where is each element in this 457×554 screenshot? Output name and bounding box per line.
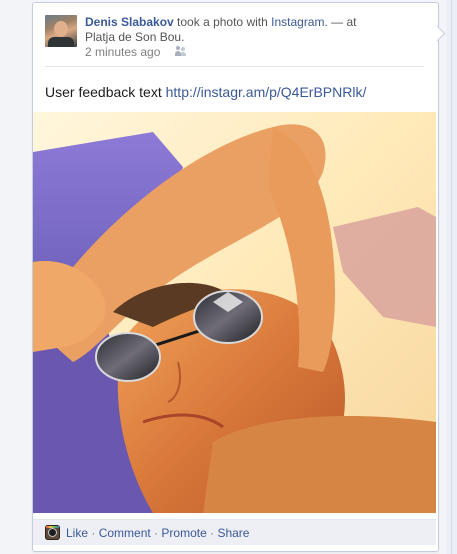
- timeline-rail: [446, 0, 457, 554]
- post-photo[interactable]: [33, 112, 436, 513]
- author-avatar[interactable]: [45, 15, 77, 47]
- place-text[interactable]: Platja de Son Bou: [85, 30, 181, 44]
- app-link[interactable]: Instagram: [271, 15, 324, 29]
- message-link[interactable]: http://instagr.am/p/Q4ErBPNRlk/: [166, 84, 367, 100]
- instagram-icon: [45, 525, 60, 540]
- action-links: Like · Comment · Promote · Share: [66, 526, 250, 540]
- post-message: User feedback text http://instagr.am/p/Q…: [45, 84, 366, 100]
- comment-button[interactable]: Comment: [99, 526, 151, 540]
- header-divider: [45, 66, 424, 67]
- promote-button[interactable]: Promote: [161, 526, 206, 540]
- friends-icon[interactable]: [175, 46, 186, 56]
- timestamp[interactable]: 2 minutes ago: [85, 45, 160, 59]
- action-bar: Like · Comment · Promote · Share: [33, 519, 436, 545]
- story-header: Denis Slabakov took a photo with Instagr…: [85, 15, 357, 44]
- share-button[interactable]: Share: [217, 526, 249, 540]
- message-text: User feedback text: [45, 84, 162, 100]
- author-link[interactable]: Denis Slabakov: [85, 15, 174, 29]
- photo-image: [33, 112, 436, 513]
- story-verb: took a photo with: [173, 15, 272, 29]
- like-button[interactable]: Like: [66, 526, 88, 540]
- timeline-line: [451, 0, 452, 554]
- story-at: . — at: [324, 15, 357, 29]
